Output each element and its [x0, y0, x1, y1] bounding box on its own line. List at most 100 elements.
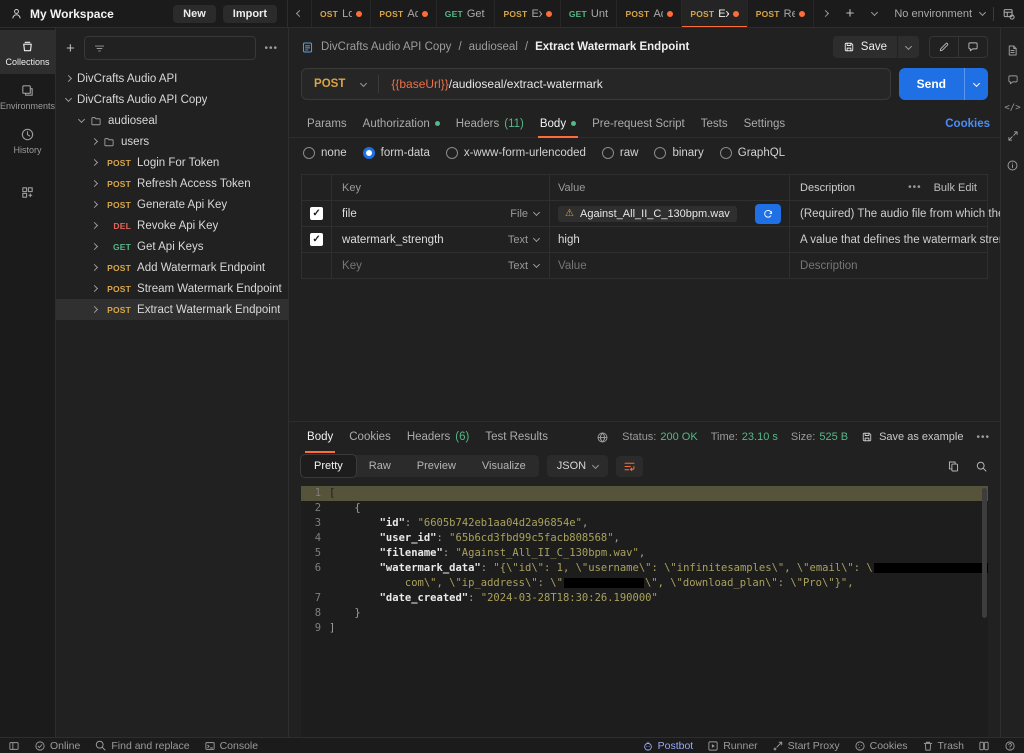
code-line[interactable]: 6 "watermark_data": "{\"id\": 1, \"usern… [301, 561, 988, 576]
response-tab-headers[interactable]: Headers(6) [399, 422, 478, 452]
documentation-button[interactable] [1006, 44, 1019, 57]
chevron-right-icon[interactable] [91, 285, 98, 292]
sidebar-item-environments[interactable]: Environments [0, 74, 55, 118]
select-all-cell[interactable] [302, 175, 332, 200]
chevron-right-icon[interactable] [91, 306, 98, 313]
toggle-sidebar-button[interactable] [8, 740, 20, 752]
chevron-down-icon[interactable] [78, 116, 85, 123]
statusbar-cookies[interactable]: Cookies [854, 740, 908, 752]
sidebar-item[interactable]: POSTExtract Watermark Endpoint [56, 299, 288, 320]
rename-button[interactable] [930, 37, 958, 57]
configure-sidebar-button[interactable] [0, 176, 55, 207]
row-checkbox[interactable]: ✓ [310, 207, 323, 220]
code-line[interactable]: 8 } [301, 606, 988, 621]
cookies-link[interactable]: Cookies [945, 118, 990, 130]
import-button[interactable]: Import [223, 5, 277, 23]
new-tab-button[interactable]: + [837, 0, 864, 27]
request-tab[interactable]: POSTExtr [495, 0, 560, 27]
statusbar-console[interactable]: Console [204, 739, 259, 752]
url-input[interactable]: {{baseUrl}}/audioseal/extract-watermark [379, 77, 602, 91]
key-cell[interactable]: Key [342, 260, 362, 272]
sidebar-item[interactable]: GETGet Api Keys [56, 236, 288, 257]
environment-selector[interactable]: No environment [886, 0, 1024, 27]
code-line[interactable]: 4 "user_id": "65b6cd3fbd99c5facb808568", [301, 531, 988, 546]
code-line[interactable]: 9] [301, 621, 988, 636]
tab-settings[interactable]: Settings [736, 110, 794, 137]
format-dropdown[interactable]: JSON [547, 455, 608, 477]
request-tab[interactable]: GETUntitl [561, 0, 618, 27]
body-mode-raw[interactable]: raw [602, 147, 639, 159]
type-dropdown[interactable]: Text [508, 234, 539, 246]
scroll-tabs-left-button[interactable] [288, 0, 311, 27]
request-tab[interactable]: POSTExtr [682, 0, 747, 27]
scroll-tabs-right-button[interactable] [814, 0, 837, 27]
body-mode-binary[interactable]: binary [654, 147, 703, 159]
tab-options-button[interactable] [863, 0, 886, 27]
response-tab-cookies[interactable]: Cookies [341, 422, 399, 452]
statusbar-runner[interactable]: Runner [707, 740, 757, 752]
sidebar-item[interactable]: users [56, 131, 288, 152]
environment-quick-look-icon[interactable] [1002, 7, 1016, 21]
method-dropdown[interactable]: POST [302, 78, 378, 90]
chevron-right-icon[interactable] [91, 159, 98, 166]
tab-tests[interactable]: Tests [693, 110, 736, 137]
table-more-button[interactable]: ••• [908, 182, 922, 193]
network-icon[interactable] [596, 431, 609, 444]
chevron-right-icon[interactable] [91, 201, 98, 208]
code-line[interactable]: 5 "filename": "Against_All_II_C_130bpm.w… [301, 546, 988, 561]
body-mode-none[interactable]: none [303, 147, 347, 159]
request-tab[interactable]: POSTReg [748, 0, 814, 27]
tab-authorization[interactable]: Authorization [355, 110, 448, 137]
statusbar-online[interactable]: Online [34, 739, 80, 752]
code-snippet-button[interactable]: </> [1004, 103, 1020, 113]
bulk-edit-button[interactable]: Bulk Edit [934, 182, 977, 194]
code-line[interactable]: 7 "date_created": "2024-03-28T18:30:26.1… [301, 591, 988, 606]
view-raw[interactable]: Raw [356, 455, 404, 477]
statusbar-start-proxy[interactable]: Start Proxy [772, 740, 840, 752]
view-visualize[interactable]: Visualize [469, 455, 539, 477]
key-cell[interactable]: file [342, 208, 357, 220]
wrap-lines-button[interactable] [616, 456, 643, 477]
code-line[interactable]: 2 { [301, 501, 988, 516]
save-as-example-button[interactable]: Save as example [861, 431, 963, 443]
response-tab-test-results[interactable]: Test Results [477, 422, 556, 452]
sidebar-more-button[interactable]: ••• [265, 43, 279, 54]
statusbar-trash[interactable]: Trash [922, 740, 964, 752]
request-tab[interactable]: OSTLog [311, 0, 371, 27]
code-line[interactable]: 1[ [301, 486, 988, 501]
body-mode-form-data[interactable]: form-data [363, 147, 430, 159]
chevron-right-icon[interactable] [91, 264, 98, 271]
description-cell[interactable]: A value that defines the watermark stren… [800, 234, 1023, 246]
breadcrumb-collection[interactable]: DivCrafts Audio API Copy [321, 41, 451, 53]
size-value[interactable]: 525 B [819, 431, 848, 443]
code-line[interactable]: 3 "id": "6605b742eb1aa04d2a96854e", [301, 516, 988, 531]
status-value[interactable]: 200 OK [660, 431, 697, 443]
value-cell[interactable]: Value [558, 260, 587, 272]
sidebar-item[interactable]: POSTStream Watermark Endpoint [56, 278, 288, 299]
select-file-button[interactable] [755, 204, 781, 224]
description-cell[interactable]: Description [800, 260, 858, 272]
save-options-button[interactable] [897, 36, 919, 58]
chevron-right-icon[interactable] [65, 75, 72, 82]
scrollbar-thumb[interactable] [982, 488, 987, 618]
statusbar-find-and-replace[interactable]: Find and replace [94, 739, 189, 752]
value-cell[interactable]: high [558, 234, 580, 246]
split-panes-button[interactable] [978, 740, 990, 752]
view-pretty[interactable]: Pretty [301, 455, 356, 477]
new-button[interactable]: New [173, 5, 216, 23]
view-preview[interactable]: Preview [404, 455, 469, 477]
send-options-button[interactable] [964, 68, 988, 100]
code-line[interactable]: com\", \"ip_address\": \"\", \"download_… [301, 576, 988, 591]
comments-button[interactable] [958, 37, 987, 57]
sidebar-item-history[interactable]: History [0, 118, 55, 162]
related-requests-button[interactable] [1007, 130, 1019, 142]
workspace-title[interactable]: My Workspace [30, 7, 166, 21]
chevron-right-icon[interactable] [91, 243, 98, 250]
row-checkbox[interactable]: ✓ [310, 233, 323, 246]
request-tab[interactable]: POSTAdd [371, 0, 436, 27]
tab-body[interactable]: Body [532, 110, 584, 137]
tab-params[interactable]: Params [299, 110, 355, 137]
statusbar-postbot[interactable]: Postbot [642, 740, 694, 752]
request-info-button[interactable] [1006, 159, 1019, 172]
sidebar-item[interactable]: POSTAdd Watermark Endpoint [56, 257, 288, 278]
